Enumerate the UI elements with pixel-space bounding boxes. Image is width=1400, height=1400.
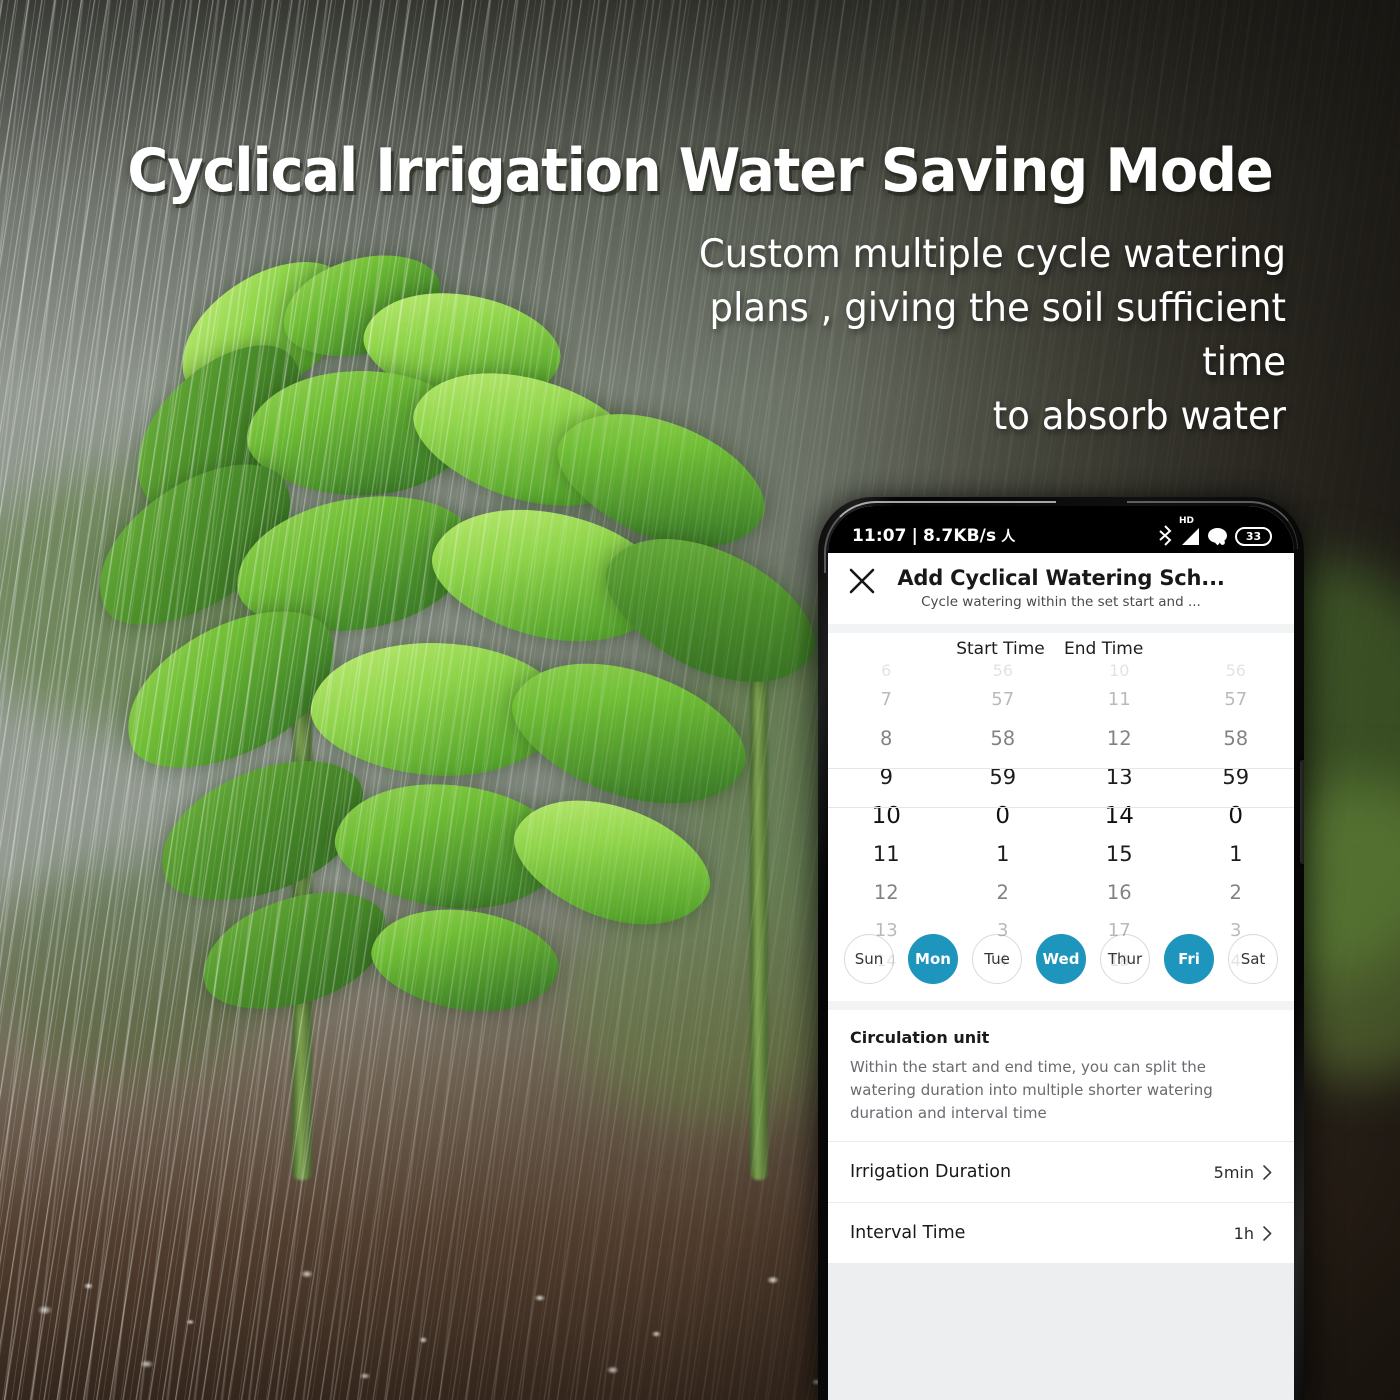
picker-item[interactable]: 12 [1061,720,1178,759]
battery-icon: 33 [1235,527,1272,546]
circulation-unit-description: Within the start and end time, you can s… [850,1058,1213,1122]
hd-signal-icon: HD [1179,516,1200,546]
picker-item[interactable]: 4 [1178,951,1295,971]
status-speed-glyph: 人 [1001,529,1016,545]
start-time-label: Start Time [956,639,1045,659]
picker-item[interactable]: 1 [945,835,1062,874]
picker-item[interactable]: 4 [945,951,1062,971]
picker-item[interactable]: 15 [1061,835,1178,874]
circulation-unit-title: Circulation unit [850,1028,990,1047]
picker-item-selected[interactable]: 14 [1061,797,1178,836]
picker-item[interactable]: 1 [1178,835,1295,874]
app-header: Add Cyclical Watering Sch... Cycle water… [828,553,1294,624]
interval-time-value: 1h [1233,1223,1254,1243]
subtitle-line-1: Custom multiple cycle watering [698,232,1286,277]
subtitle-line-2: plans , giving the soil sufficient time [709,286,1286,385]
chevron-right-icon [1263,1164,1272,1180]
irrigation-duration-value: 5min [1213,1162,1254,1182]
chevron-right-icon [1263,1225,1272,1241]
irrigation-duration-row[interactable]: Irrigation Duration 5min [828,1142,1294,1202]
picker-item[interactable]: 18 [1061,951,1178,971]
start-minute-column[interactable]: 56 57 58 59 0 1 2 3 4 [945,661,1062,970]
end-time-picker[interactable]: 10 11 12 13 14 15 16 17 18 56 57 58 59 0… [1061,661,1295,970]
picker-item[interactable]: 12 [828,874,945,913]
picker-item[interactable]: 11 [828,835,945,874]
picker-item[interactable]: 58 [945,720,1062,759]
circulation-unit-section: Circulation unit Within the start and en… [828,1010,1294,1141]
picker-item[interactable]: 57 [1178,681,1295,720]
picker-item[interactable]: 3 [1178,912,1295,951]
picker-item[interactable]: 9 [828,758,945,797]
picker-item[interactable]: 3 [945,912,1062,951]
start-time-picker[interactable]: 6 7 8 9 10 11 12 13 14 56 57 58 59 0 1 2… [828,661,1062,970]
picker-item-selected[interactable]: 0 [945,797,1062,836]
bottom-panel [828,1263,1294,1400]
interval-time-row[interactable]: Interval Time 1h [828,1203,1294,1263]
irrigation-duration-control[interactable]: 5min [1214,1163,1272,1182]
close-icon[interactable] [848,567,876,595]
picker-item[interactable]: 2 [1178,874,1295,913]
picker-item[interactable]: 58 [1178,720,1295,759]
end-minute-column[interactable]: 56 57 58 59 0 1 2 3 4 [1178,661,1295,970]
picker-item[interactable]: 57 [945,681,1062,720]
end-hour-column[interactable]: 10 11 12 13 14 15 16 17 18 [1061,661,1178,970]
picker-item[interactable]: 59 [945,758,1062,797]
picker-item[interactable]: 59 [1178,758,1295,797]
picker-item[interactable]: 7 [828,681,945,720]
power-button[interactable] [1300,760,1304,864]
app-content: Add Cyclical Watering Sch... Cycle water… [828,553,1294,1400]
phone-mockup: 11:07 | 8.7KB/s 人 HD 33 Add Cyclical Wat… [818,497,1304,1400]
screen-title: Add Cyclical Watering Sch... [897,566,1225,590]
header-separator-band [828,624,1294,633]
location-icon [1208,528,1227,546]
picker-item[interactable]: 10 [1061,661,1178,681]
picker-item[interactable]: 13 [828,912,945,951]
picker-item[interactable]: 17 [1061,912,1178,951]
time-picker[interactable]: 6 7 8 9 10 11 12 13 14 56 57 58 59 0 1 2… [828,661,1295,970]
section-separator-band [828,1001,1294,1010]
status-bar: 11:07 | 8.7KB/s 人 HD 33 [828,506,1294,553]
picker-item[interactable]: 14 [828,951,945,971]
interval-time-control[interactable]: 1h [1234,1224,1272,1243]
end-time-label: End Time [1064,639,1144,659]
picker-item[interactable]: 16 [1061,874,1178,913]
bluetooth-icon [1159,525,1172,546]
screen-subtitle: Cycle watering within the set start and … [921,594,1201,610]
phone-screen: 11:07 | 8.7KB/s 人 HD 33 Add Cyclical Wat… [828,506,1294,1400]
status-bar-left: 11:07 | 8.7KB/s 人 [852,526,1015,546]
picker-item[interactable]: 11 [1061,681,1178,720]
irrigation-duration-label: Irrigation Duration [850,1162,1012,1182]
picker-item[interactable]: 56 [1178,661,1295,681]
interval-time-label: Interval Time [850,1223,966,1243]
status-time: 11:07 [852,526,907,546]
picker-column-headers: Start Time End Time [828,633,1294,661]
status-separator: | [911,526,918,546]
picker-item-selected[interactable]: 0 [1178,797,1295,836]
picker-item[interactable]: 2 [945,874,1062,913]
battery-level: 33 [1245,530,1262,543]
status-network-speed: 8.7KB/s [922,526,997,546]
subtitle-line-3: to absorb water [992,394,1286,439]
picker-item[interactable]: 8 [828,720,945,759]
status-bar-right: HD 33 [1158,516,1272,546]
picker-item-selected[interactable]: 10 [828,797,945,836]
page-title: Cyclical Irrigation Water Saving Mode [127,136,1273,206]
picker-item[interactable]: 56 [945,661,1062,681]
picker-item[interactable]: 6 [828,661,945,681]
page-subtitle: Custom multiple cycle watering plans , g… [621,228,1286,444]
start-hour-column[interactable]: 6 7 8 9 10 11 12 13 14 [828,661,945,970]
picker-item[interactable]: 13 [1061,758,1178,797]
